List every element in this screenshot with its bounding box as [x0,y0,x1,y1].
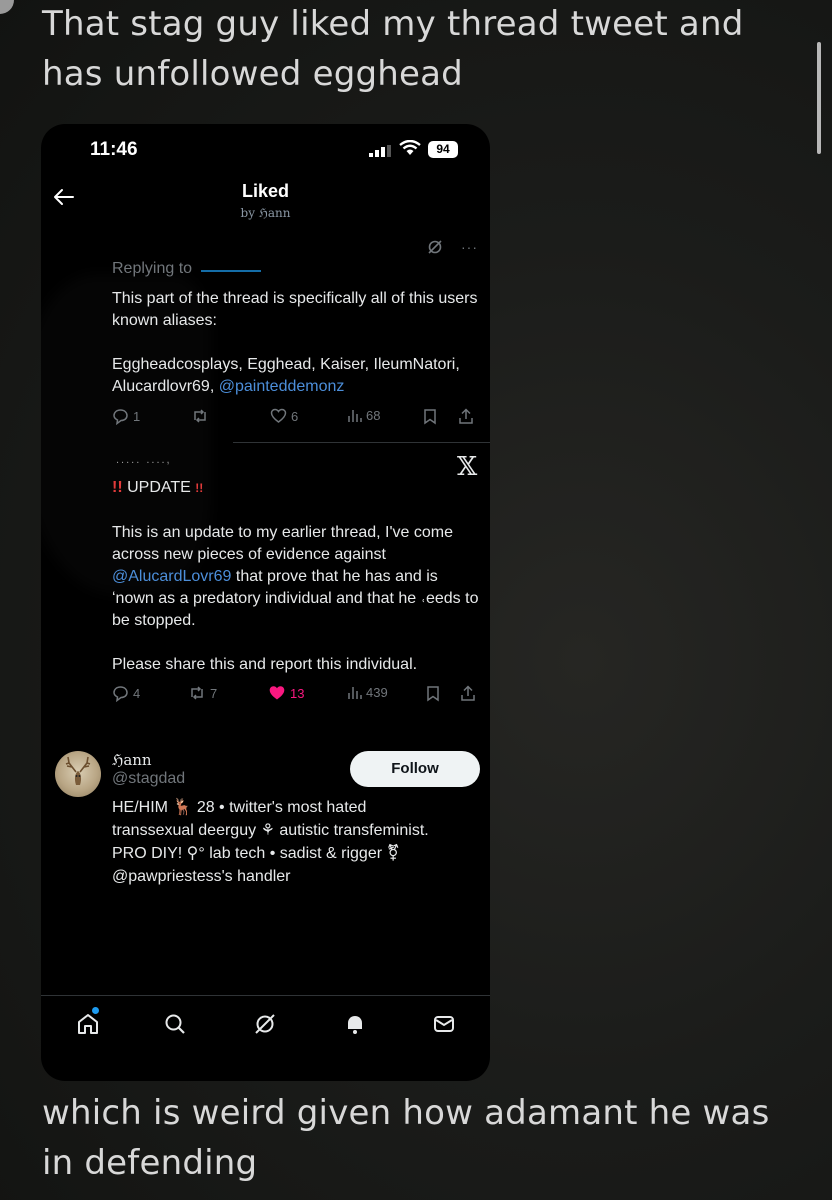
post1-actions: 1 6 68 [112,408,482,428]
status-time: 11:46 [90,139,138,160]
post2-bookmark-button[interactable] [426,685,440,702]
battery-icon: 94 [428,141,458,158]
messages-icon[interactable] [432,1012,456,1036]
reply-icon [113,409,128,425]
repost-icon [194,409,206,423]
page-subtitle: by ℌann [240,206,291,220]
replying-to-redacted [201,270,261,272]
signal-icon [369,145,391,157]
bio-line-3: PRO DIY! ⚲° lab tech • sadist & rigger ⚧ [112,845,400,862]
post1-mention[interactable]: @painteddemonz [219,378,345,395]
profile-name[interactable]: ℌann [112,751,152,769]
post1-share-button[interactable] [458,408,474,425]
post2-views-button[interactable]: 439 [347,685,388,700]
post2-text-4: Please share this and report this indivi… [112,656,418,673]
double-exclamation-icon-small: !! [195,481,204,495]
stag-avatar-icon [65,756,91,785]
double-exclamation-icon: !! [112,479,123,496]
post2-like-button[interactable]: 13 [268,685,304,701]
follow-button[interactable]: Follow [350,751,480,787]
notifications-icon[interactable] [343,1012,367,1036]
like-icon [270,408,287,423]
search-icon[interactable] [163,1012,187,1036]
corner-avatar [0,0,14,14]
post1-like-button[interactable]: 6 [270,408,298,424]
post2-text-2: that prove that he has and is [235,568,438,585]
bookmark-icon [427,686,439,702]
replying-to-label: Replying to [112,260,193,277]
post1-view-count: 68 [366,408,381,423]
reply-icon [113,686,128,702]
post2-text-1: This is an update to my earlier thread, … [112,522,482,632]
post1-text-1: This part of the thread is specifically … [112,290,478,329]
post2-view-count: 439 [366,685,388,700]
x-logo-icon: 𝕏 [457,452,478,482]
page-title: Liked [241,181,289,201]
caption-top: That stag guy liked my thread tweet and … [42,4,744,94]
status-bar: 11:46 94 [41,124,490,174]
post2-update-label: UPDATE [127,479,191,496]
post1-reply-button[interactable]: 1 [112,408,140,425]
phone-screenshot: 11:46 94 Liked by ℌann ··· Replying to T… [41,124,490,1081]
post2-actions: 4 7 13 439 [112,685,482,705]
bio-line-1: HE/HIM 🦌 28 • twitter's most hated [112,799,367,816]
post1-like-count: 6 [291,408,299,424]
like-icon-filled [269,686,285,700]
home-icon[interactable] [76,1012,100,1036]
post2-repost-count: 7 [210,685,218,701]
post1-text-2: Eggheadcosplays, Egghead, Kaiser, IleumN… [112,354,482,398]
bottom-tab-bar [41,996,490,1081]
bio-line-2: transsexual deerguy ⚘ autistic transfemi… [112,822,429,839]
more-icon[interactable]: ··· [461,239,478,255]
bio-line-4[interactable]: @pawpriestess's handler [112,865,482,888]
profile-handle[interactable]: @stagdad [112,770,185,788]
post2-share-button[interactable] [460,685,476,702]
post1-views-button[interactable]: 68 [347,408,380,423]
grok-icon[interactable] [427,239,443,255]
post1-bookmark-button[interactable] [423,408,437,425]
post1-repost-button[interactable] [191,408,209,424]
bookmark-icon [424,409,436,425]
post2-reply-button[interactable]: 4 [112,685,140,702]
post2-repost-button[interactable]: 7 [188,685,217,701]
post2-update-heading: !! UPDATE !! [112,479,203,497]
repost-icon [191,686,203,700]
avatar[interactable] [55,751,101,797]
share-icon [461,685,475,701]
profile-bio: HE/HIM 🦌 28 • twitter's most hated trans… [112,796,482,888]
views-icon [348,687,362,699]
post2-text-1-body: This is an update to my earlier thread, … [112,524,453,563]
post2-like-count: 13 [290,685,305,701]
post2-text-3: ʻnown as a predatory individual and that… [112,590,479,629]
post1-reply-count: 1 [133,409,141,424]
wifi-icon [399,140,421,155]
post2-handle-snippet: ..... ...., [116,454,172,466]
grok-tab-icon[interactable] [253,1012,277,1036]
views-icon [348,410,362,422]
post-divider [233,442,490,443]
post2-reply-count: 4 [133,686,141,701]
caption-bottom: which is weird given how adamant he was … [42,1093,770,1183]
share-icon [459,408,473,424]
scrollbar[interactable] [817,42,821,154]
post2-mention[interactable]: @AlucardLovr69 [112,568,231,585]
